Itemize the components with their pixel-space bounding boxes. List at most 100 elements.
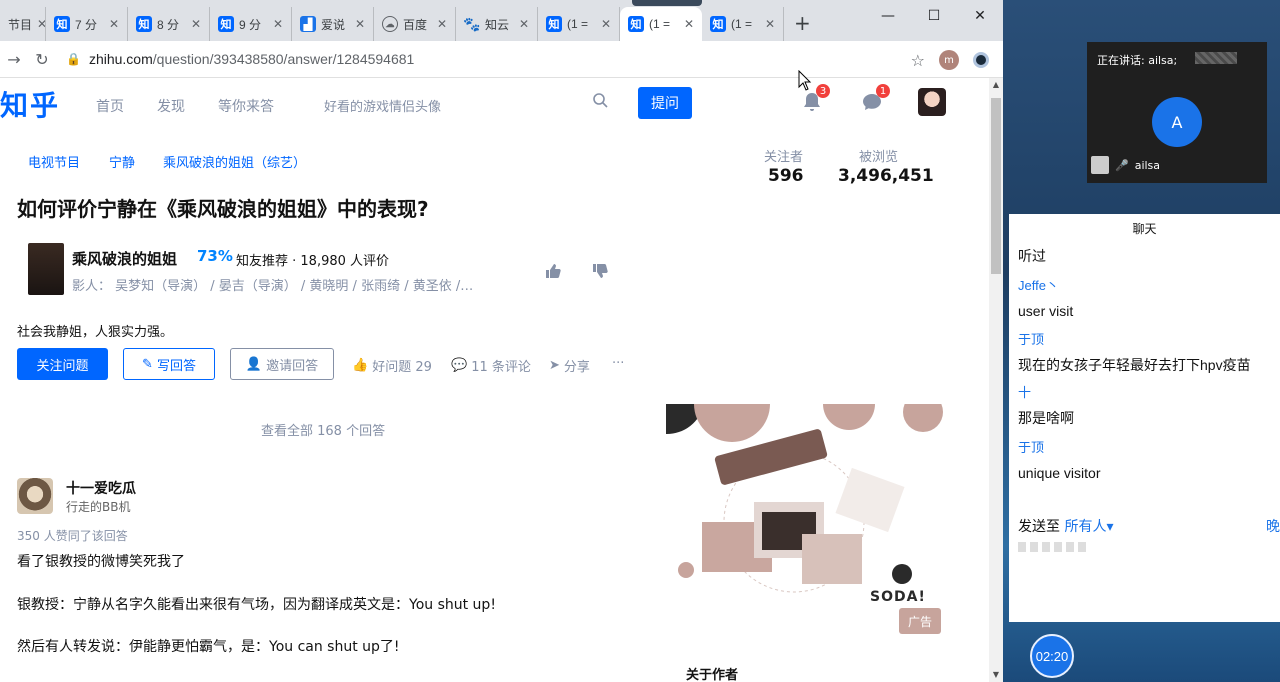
chat-message: unique visitor [1018,465,1101,481]
good-question-label: 好问题 29 [372,360,432,375]
zhihu-logo[interactable]: 知乎 [0,84,60,124]
browser-tab[interactable]: 节目 ✕ [0,7,46,41]
extension-icon[interactable] [973,52,989,68]
browser-tab[interactable]: ☁ 百度 ✕ [374,7,456,41]
send-to-dropdown[interactable]: 所有人▾ [1064,519,1113,535]
topic-tag[interactable]: 宁静 [109,152,135,171]
close-icon[interactable]: ✕ [601,17,611,31]
thumbs-up-icon[interactable] [545,263,561,279]
answer-paragraph: 然后有人转发说：伊能静更怕霸气，是：You can shut up了! [17,639,400,655]
bookmark-star-icon[interactable]: ☆ [911,51,925,70]
scroll-thumb[interactable] [991,98,1001,274]
share-icon: ➤ [549,358,560,373]
ask-question-button[interactable]: 提问 [638,87,692,119]
maximize-button[interactable]: ☐ [911,0,957,32]
follow-question-button[interactable]: 关注问题 [17,348,108,380]
notification-bell-icon[interactable]: 3 [800,84,830,114]
close-icon[interactable]: ✕ [273,17,283,31]
author-bio: 行走的BB机 [66,500,131,514]
more-button[interactable]: ··· [612,356,624,371]
views-count: 3,496,451 [838,166,934,186]
address-bar[interactable]: 🔒 zhihu.com/question/393438580/answer/12… [66,45,906,73]
browser-tab[interactable]: 知 (1 = ✕ [702,7,784,41]
good-question-button[interactable]: 👍 好问题 29 [352,356,432,375]
browser-tab[interactable]: 🐾 知云 ✕ [456,7,538,41]
message-icon[interactable]: 1 [860,84,890,114]
browser-tab-active[interactable]: 知 (1 = ✕ [620,7,702,41]
topic-tag[interactable]: 乘风破浪的姐姐（综艺） [163,152,306,171]
author-avatar[interactable] [17,478,53,514]
ad-brand: SODA! [870,589,926,605]
close-icon[interactable]: ✕ [191,17,201,31]
browser-tab[interactable]: 知 9 分 ✕ [210,7,292,41]
scroll-down-arrow-icon[interactable]: ▼ [989,668,1003,682]
microphone-icon: 🎤 [1115,158,1129,172]
page-scrollbar[interactable]: ▲ ▼ [989,78,1003,682]
author-name[interactable]: 十一爱吃瓜 [66,478,136,498]
answer-paragraph: 看了银教授的微博笑死我了 [17,554,185,570]
tab-title: 知云 [485,17,510,32]
close-icon[interactable]: ✕ [765,17,775,31]
write-answer-button[interactable]: ✎ 写回答 [123,348,215,380]
advertisement[interactable]: SODA! 广告 [666,404,949,636]
question-detail: 社会我静姐，人狠实力强。 [17,325,174,340]
chat-input[interactable] [1018,542,1088,552]
chat-sender: 于顶 [1018,440,1045,455]
tab-title: 9 分 [239,17,262,32]
ad-label: 广告 [899,608,941,634]
message-count-badge: 1 [876,84,890,98]
reload-icon[interactable]: ↻ [28,50,56,69]
close-icon[interactable]: ✕ [109,17,119,31]
cloud-favicon-icon: ☁ [382,16,398,32]
comments-button[interactable]: 💬 11 条评论 [451,356,531,375]
search-input[interactable]: 好看的游戏情侣头像 [324,96,441,115]
topic-tag[interactable]: 电视节目 [28,152,80,171]
followers-label: 关注者 [764,150,804,165]
meeting-timer[interactable]: 02:20 [1030,634,1074,678]
chat-message: 现在的女孩子年轻最好去打下hpv疫苗 [1018,357,1251,373]
close-window-button[interactable]: ✕ [957,0,1003,32]
scroll-up-arrow-icon[interactable]: ▲ [989,78,1003,92]
speaker-name-blur [1195,52,1237,64]
close-icon[interactable]: ✕ [437,17,447,31]
share-button[interactable]: ➤ 分享 [549,356,590,375]
participant-row: 🎤 ailsa [1091,156,1160,174]
minimize-button[interactable]: — [865,0,911,32]
user-avatar[interactable] [918,88,946,116]
new-tab-button[interactable]: + [784,11,821,41]
thumbs-down-icon[interactable] [592,263,608,279]
send-to-label: 发送至 [1018,519,1065,535]
nav-discover[interactable]: 发现 [157,96,185,116]
close-icon[interactable]: ✕ [519,17,529,31]
agree-count: 350 人赞同了该回答 [17,529,128,543]
chat-message: 那是啥啊 [1018,410,1074,426]
nav-waiting[interactable]: 等你来答 [218,96,274,116]
invite-answer-button[interactable]: 👤 邀请回答 [230,348,334,380]
zhihu-favicon-icon: 知 [136,16,152,32]
tab-title: (1 = [649,17,671,31]
close-icon[interactable]: ✕ [684,17,694,31]
view-all-answers-link[interactable]: 查看全部 168 个回答 [261,420,385,439]
close-icon[interactable]: ✕ [37,17,45,31]
show-name[interactable]: 乘风破浪的姐姐 [72,248,177,269]
zhihu-favicon-icon: 知 [546,16,562,32]
question-title[interactable]: 如何评价宁静在《乘风破浪的姐姐》中的表现? [17,193,429,222]
lock-icon: 🔒 [66,52,81,66]
speaking-indicator: 正在讲话: ailsa; [1097,54,1178,67]
search-icon[interactable] [592,92,608,108]
forward-icon[interactable]: → [0,50,28,69]
close-icon[interactable]: ✕ [355,17,365,31]
chat-sender: 于顶 [1018,332,1045,347]
pencil-icon: ✎ [142,356,153,372]
profile-avatar[interactable]: m [939,50,959,70]
browser-tab[interactable]: 知 8 分 ✕ [128,7,210,41]
chat-sender: 十 [1018,385,1032,400]
browser-tab[interactable]: ▟ 爱说 ✕ [292,7,374,41]
browser-tab[interactable]: 知 7 分 ✕ [46,7,128,41]
meeting-share-bar[interactable] [632,0,702,6]
nav-home[interactable]: 首页 [96,96,124,116]
chat-send-to[interactable]: 发送至 所有人▾ [1018,516,1113,536]
browser-tab[interactable]: 知 (1 = ✕ [538,7,620,41]
zhihu-header: 知乎 首页 发现 等你来答 好看的游戏情侣头像 提问 3 1 [0,78,990,130]
chart-favicon-icon: ▟ [300,16,316,32]
